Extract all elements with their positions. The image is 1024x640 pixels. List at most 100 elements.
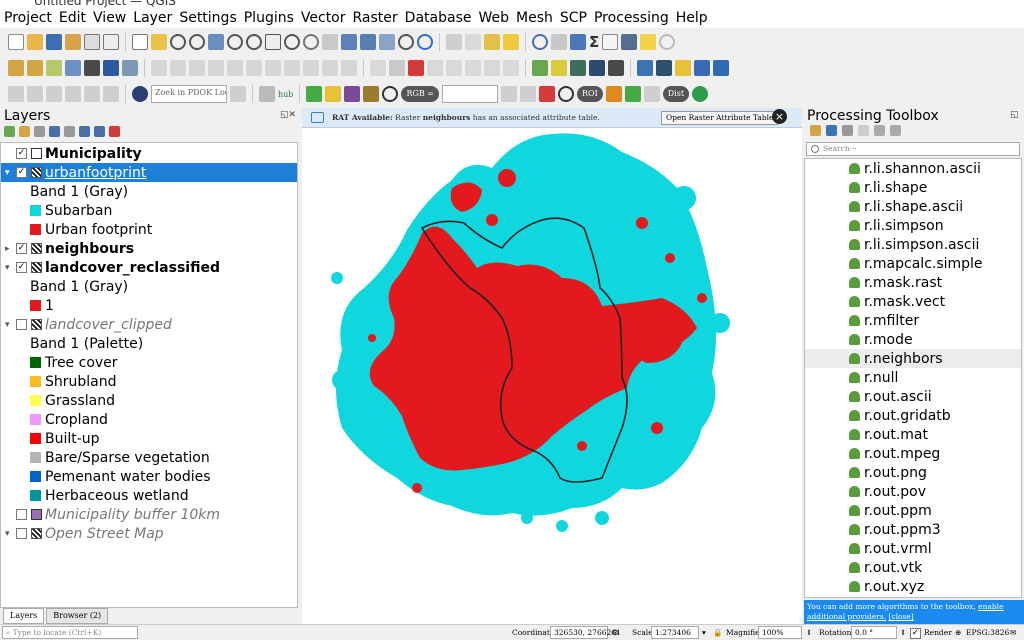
zoom-full-icon[interactable]	[208, 34, 224, 50]
layer-visibility-checkbox[interactable]	[16, 167, 27, 178]
algorithm-item[interactable]: r.out.pov	[805, 482, 1021, 501]
layer-style-icon[interactable]	[4, 126, 15, 137]
edit-features-icon[interactable]	[874, 125, 885, 136]
lock-scale-icon[interactable]: 🔒	[713, 628, 722, 637]
expand-arrow-icon[interactable]: ▸	[5, 244, 10, 254]
map-tips-icon[interactable]	[640, 34, 657, 50]
identify-features-icon[interactable]	[446, 34, 462, 50]
menu-mesh[interactable]: Mesh	[516, 10, 553, 26]
toolbox-search-input[interactable]: Search···	[806, 142, 1020, 156]
menu-web[interactable]: Web	[478, 10, 509, 26]
scp-triangle-icon[interactable]	[551, 60, 567, 76]
roi-add-icon[interactable]	[624, 86, 641, 102]
layout-manager-icon[interactable]	[103, 34, 119, 50]
plugin-chart-icon[interactable]	[694, 60, 710, 76]
bookmark-icon[interactable]	[360, 34, 376, 50]
pan-icon[interactable]	[132, 34, 148, 50]
diagram-icon[interactable]	[503, 60, 519, 76]
select-by-value-icon[interactable]	[484, 34, 500, 50]
label-change-icon[interactable]	[465, 60, 481, 76]
python-console-icon[interactable]	[637, 60, 653, 76]
manage-visibility-icon[interactable]	[34, 126, 45, 137]
layer-visibility-checkbox[interactable]	[16, 319, 27, 330]
label-show-hide-icon[interactable]	[484, 60, 500, 76]
cut-icon[interactable]	[265, 60, 281, 76]
hub-label[interactable]: hub	[278, 90, 293, 99]
deselect-icon[interactable]	[503, 34, 519, 50]
algorithm-item[interactable]: r.out.ascii	[805, 387, 1021, 406]
plugin-script-icon[interactable]	[656, 60, 672, 76]
label-highlight-icon[interactable]	[408, 60, 424, 76]
identify-icon[interactable]	[532, 34, 548, 50]
save-project-icon[interactable]	[46, 34, 62, 50]
merge-icon[interactable]	[46, 86, 62, 102]
collapse-arrow-icon[interactable]: ▾	[5, 529, 10, 539]
layer-item[interactable]: ▾ landcover_reclassified	[1, 258, 297, 277]
calculator-icon[interactable]	[602, 34, 619, 50]
add-wfs-icon[interactable]	[122, 60, 138, 76]
history-icon[interactable]	[842, 125, 853, 136]
menu-edit[interactable]: Edit	[59, 10, 86, 26]
rotation-field[interactable]: 0.0 °	[851, 626, 897, 639]
data-source-manager-icon[interactable]	[8, 60, 24, 76]
offset-icon[interactable]	[84, 86, 100, 102]
label-rotate-icon[interactable]	[446, 60, 462, 76]
scripts-icon[interactable]	[826, 125, 837, 136]
save-edits-icon[interactable]	[189, 60, 205, 76]
add-group-icon[interactable]	[19, 126, 30, 137]
expand-all-icon[interactable]	[79, 126, 90, 137]
scp-globe-icon[interactable]	[570, 60, 586, 76]
layer-visibility-checkbox[interactable]	[16, 528, 27, 539]
open-rat-button[interactable]: Open Raster Attribute Table	[661, 111, 779, 125]
temporal-controller-icon[interactable]	[398, 34, 414, 50]
layer-item[interactable]: ▾ Open Street Map	[1, 524, 297, 543]
rgb-combo[interactable]	[441, 85, 498, 103]
menu-layer[interactable]: Layer	[133, 10, 172, 26]
zoom-in-icon[interactable]	[170, 34, 186, 50]
algorithm-item[interactable]: r.mode	[805, 330, 1021, 349]
split-icon[interactable]	[27, 86, 43, 102]
close-note-link[interactable]: [close]	[888, 612, 913, 621]
digitize-icon[interactable]	[8, 86, 24, 102]
algorithm-item[interactable]: r.li.shape	[805, 178, 1021, 197]
refresh-icon[interactable]	[417, 34, 433, 50]
menu-database[interactable]: Database	[405, 10, 472, 26]
menu-project[interactable]: Project	[4, 10, 52, 26]
reshape-icon[interactable]	[65, 86, 81, 102]
algorithm-item[interactable]: r.out.vtk	[805, 558, 1021, 577]
coordinate-toggle-icon[interactable]: ⚙	[612, 628, 619, 637]
locator-input[interactable]: ⌕ Type to locate (Ctrl+K)	[2, 626, 138, 639]
scp-cloud-icon[interactable]	[608, 60, 624, 76]
scp-download-icon[interactable]	[589, 60, 605, 76]
menu-vector[interactable]: Vector	[301, 10, 346, 26]
save-as-icon[interactable]	[65, 34, 81, 50]
layer-item[interactable]: ▸ neighbours	[1, 239, 297, 258]
menu-plugins[interactable]: Plugins	[244, 10, 294, 26]
crs-globe-icon[interactable]: ⊕	[955, 628, 961, 637]
add-raster-icon[interactable]	[65, 60, 81, 76]
layer-item[interactable]: ▾ urbanfootprint	[1, 163, 297, 182]
zoom-out-icon[interactable]	[189, 34, 205, 50]
collapse-arrow-icon[interactable]: ▾	[5, 263, 10, 273]
panel-close-icon[interactable]: ◱	[1010, 110, 1019, 120]
zoom-native-icon[interactable]	[265, 34, 281, 50]
label-tool-icon[interactable]	[370, 60, 386, 76]
locator-globe-icon[interactable]	[132, 86, 148, 102]
models-icon[interactable]	[810, 125, 821, 136]
algorithm-item[interactable]: r.null	[805, 368, 1021, 387]
clear-locator-icon[interactable]	[230, 86, 246, 102]
layer-item[interactable]: Municipality	[1, 144, 297, 163]
coordinate-field[interactable]: 326530, 2766261	[550, 626, 621, 639]
menu-processing[interactable]: Processing	[594, 10, 669, 26]
add-mesh-icon[interactable]	[84, 60, 100, 76]
help-icon[interactable]	[713, 60, 729, 76]
plugin-layer-icon[interactable]	[675, 60, 691, 76]
annotation-icon[interactable]	[659, 34, 676, 50]
zoom-to-selection-icon[interactable]	[227, 34, 243, 50]
options-icon[interactable]	[890, 125, 901, 136]
algorithm-item[interactable]: r.out.gridatb	[805, 406, 1021, 425]
layer-visibility-checkbox[interactable]	[16, 148, 27, 159]
magnifier-field[interactable]: 100%	[758, 626, 802, 639]
close-message-icon[interactable]: ×	[772, 109, 787, 124]
toolbox-gear-icon[interactable]	[570, 34, 586, 50]
